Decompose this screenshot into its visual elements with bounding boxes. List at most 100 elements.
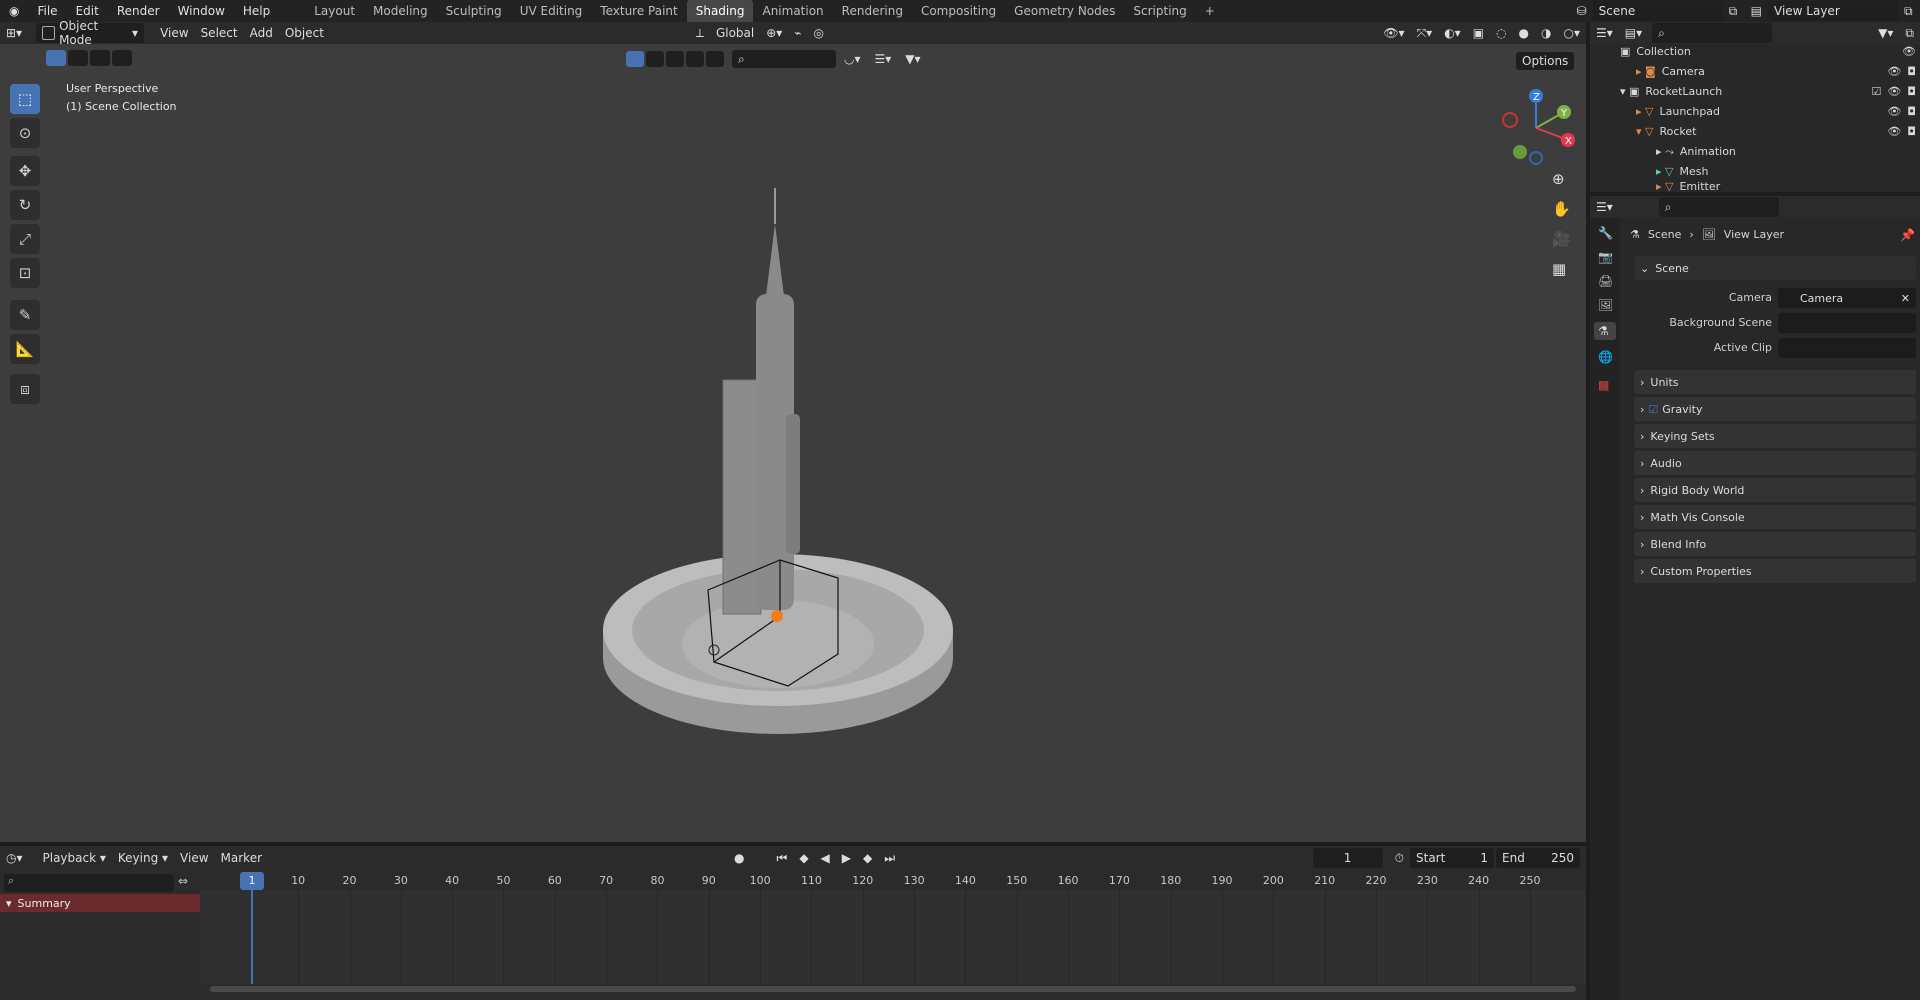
dopesheet-area[interactable] [200, 890, 1586, 984]
outliner-new-collection-icon[interactable]: ⧉ [1899, 23, 1920, 43]
3d-viewport[interactable]: ⌕ ◡▾ ☰▾ ▼▾ Options ⬚ ⊙ ✥ ↻ ⤢ ⊡ ✎ 📐 ⧈ Use… [0, 44, 1586, 842]
transform-tool-icon[interactable]: ⊡ [10, 258, 40, 288]
active-clip-field[interactable] [1778, 338, 1916, 358]
render-icon[interactable]: ◘ [1907, 105, 1916, 118]
visibility-icon[interactable]: 👁▾ [1377, 23, 1410, 43]
close-icon[interactable]: ✕ [1901, 292, 1910, 305]
menu-timeline-view[interactable]: View [174, 848, 214, 868]
jump-start-icon[interactable]: ⏮ [771, 848, 794, 868]
gravity-checkbox[interactable]: ☑ [1648, 403, 1658, 416]
panel-audio[interactable]: › Audio [1634, 451, 1916, 475]
tab-shading[interactable]: Shading [686, 0, 754, 22]
play-icon[interactable]: ▶ [836, 848, 857, 868]
camera-view-icon[interactable]: 🎥 [1552, 230, 1571, 248]
wireframe-shading-icon[interactable]: ◌ [1490, 23, 1512, 43]
zoom-icon[interactable]: ⊕ [1552, 170, 1565, 188]
view-layer-field[interactable]: View Layer [1768, 1, 1898, 21]
start-frame-field[interactable]: Start 1 [1410, 848, 1494, 868]
outliner-filter-icon[interactable]: ▼▾ [1872, 23, 1899, 43]
render-icon[interactable]: ◘ [1907, 125, 1916, 138]
tab-rendering[interactable]: Rendering [833, 0, 912, 22]
end-frame-field[interactable]: End 250 [1496, 848, 1580, 868]
outliner-editor-icon[interactable]: ☰▾ [1590, 23, 1619, 43]
jump-end-icon[interactable]: ⏭ [878, 848, 901, 868]
select-extend-icon[interactable] [68, 50, 88, 66]
material-shading-icon[interactable]: ◑ [1535, 23, 1557, 43]
pan-hand-icon[interactable]: ✋ [1552, 200, 1571, 218]
proportional-icon[interactable]: ◎ [808, 23, 830, 43]
options-button[interactable]: Options [1516, 52, 1575, 70]
panel-scene[interactable]: ⌄ Scene [1634, 256, 1916, 280]
menu-select[interactable]: Select [195, 23, 244, 43]
tab-texture-paint[interactable]: Texture Paint [591, 0, 686, 22]
play-reverse-icon[interactable]: ◀ [815, 848, 836, 868]
orientation-selector[interactable]: Global [710, 23, 760, 43]
menu-add[interactable]: Add [244, 23, 279, 43]
outliner-row-emitter[interactable]: ▸ ▽ Emitter [1656, 180, 1916, 192]
cursor-tool-icon[interactable]: ⊙ [10, 118, 40, 148]
rendered-shading-icon[interactable]: ○▾ [1558, 23, 1587, 43]
ortho-grid-icon[interactable]: ▦ [1552, 260, 1566, 278]
tab-uv-editing[interactable]: UV Editing [511, 0, 592, 22]
viewport-search-input[interactable]: ⌕ [732, 50, 836, 68]
viewport-link-icon[interactable]: ◡▾ [838, 49, 867, 69]
outliner-search-input[interactable]: ⌕ [1652, 23, 1773, 43]
outliner-row-rocketlaunch[interactable]: ▾ ▣ RocketLaunch ☑ 👁 ◘ [1620, 82, 1916, 101]
render-tab-icon[interactable]: 📷 [1598, 250, 1613, 264]
prev-key-icon[interactable]: ◆ [793, 848, 814, 868]
gizmo-neg-z-icon[interactable] [1529, 151, 1543, 165]
background-scene-field[interactable] [1778, 313, 1916, 333]
outliner-display-icon[interactable]: ▤▾ [1619, 23, 1648, 43]
pin-icon[interactable]: 📌 [1900, 228, 1915, 242]
outliner-row-rocket[interactable]: ▾ ▽ Rocket 👁 ◘ [1636, 122, 1916, 141]
texture-tab-icon[interactable]: ▩ [1598, 378, 1612, 392]
select-intersect-icon[interactable] [112, 50, 132, 66]
tab-animation[interactable]: Animation [753, 0, 832, 22]
tab-sculpting[interactable]: Sculpting [437, 0, 511, 22]
blender-logo-icon[interactable]: ◉ [0, 0, 28, 22]
eye-icon[interactable]: 👁 [1902, 45, 1916, 58]
viewport-list-icon[interactable]: ☰▾ [869, 49, 898, 69]
camera-field[interactable]: Camera ✕ [1778, 288, 1916, 308]
next-key-icon[interactable]: ◆ [857, 848, 878, 868]
filter-other-icon[interactable] [706, 51, 724, 67]
sync-icon[interactable]: ⇔ [178, 874, 188, 888]
menu-playback[interactable]: Playback ▾ [37, 848, 112, 868]
select-subtract-icon[interactable] [90, 50, 110, 66]
summary-row[interactable]: ▾ Summary [0, 894, 200, 912]
outliner-row-collection[interactable]: ▣ Collection 👁 [1620, 42, 1916, 61]
eye-icon[interactable]: 👁 [1887, 105, 1901, 118]
outliner-row-launchpad[interactable]: ▸ ▽ Launchpad 👁 ◘ [1636, 102, 1916, 121]
gizmo-neg-x-icon[interactable] [1502, 112, 1518, 128]
menu-marker[interactable]: Marker [215, 848, 268, 868]
new-view-layer-icon[interactable]: ⧉ [1898, 1, 1920, 21]
panel-keying-sets[interactable]: › Keying Sets [1634, 424, 1916, 448]
scene-field[interactable]: Scene [1592, 1, 1723, 21]
solid-shading-icon[interactable]: ● [1513, 23, 1535, 43]
record-icon[interactable]: ● [728, 848, 750, 868]
select-new-icon[interactable] [46, 50, 66, 66]
menu-view[interactable]: View [154, 23, 194, 43]
pivot-icon[interactable]: ⊕▾ [760, 23, 788, 43]
menu-object[interactable]: Object [279, 23, 330, 43]
outliner-row-camera[interactable]: ▸ ◙ Camera 👁 ◘ [1636, 62, 1916, 81]
eye-icon[interactable]: 👁 [1887, 65, 1901, 78]
select-box-tool-icon[interactable]: ⬚ [10, 84, 40, 114]
view-layer-tab-icon[interactable]: 🖼 [1598, 298, 1613, 312]
xray-icon[interactable]: ▣ [1467, 23, 1490, 43]
tab-layout[interactable]: Layout [305, 0, 364, 22]
scene-selector-icon[interactable]: ⛁ [1571, 1, 1593, 21]
editor-type-icon[interactable]: ⊞▾ [0, 23, 28, 43]
tab-modeling[interactable]: Modeling [364, 0, 437, 22]
panel-math-vis-console[interactable]: › Math Vis Console [1634, 505, 1916, 529]
checkbox-icon[interactable]: ☑ [1871, 85, 1881, 98]
add-workspace-button[interactable]: + [1196, 0, 1224, 22]
horizontal-scrollbar[interactable] [210, 986, 1576, 992]
navigation-gizmo[interactable]: Z Y X [1494, 84, 1578, 168]
tab-geometry-nodes[interactable]: Geometry Nodes [1005, 0, 1124, 22]
filter-camera-icon[interactable] [686, 51, 704, 67]
outliner-row-mesh[interactable]: ▸ ▽ Mesh [1656, 162, 1916, 181]
gizmo-icon[interactable]: ⤧▾ [1411, 23, 1439, 43]
overlay-icon[interactable]: ◐▾ [1438, 23, 1467, 43]
properties-search-input[interactable]: ⌕ [1658, 197, 1779, 217]
